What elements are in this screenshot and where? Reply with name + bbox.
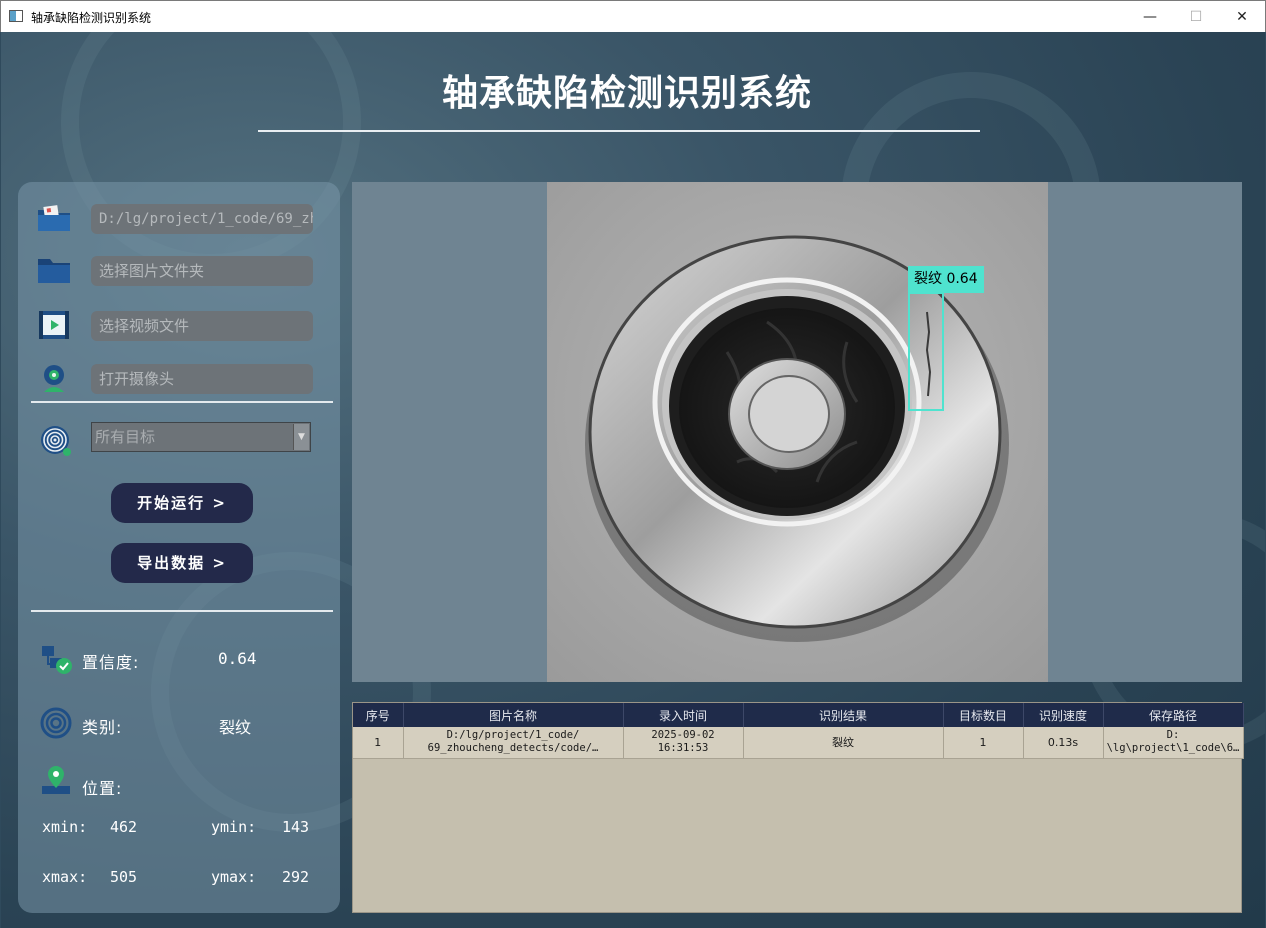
column-header-speed[interactable]: 识别速度 xyxy=(1023,703,1104,727)
xmax-label: xmax: xyxy=(42,868,88,886)
cell-name-line2: 69_zhoucheng_detects/code/… xyxy=(427,742,599,755)
cell-name-line1: D:/lg/project/1_code/ xyxy=(446,729,580,742)
column-header-time[interactable]: 录入时间 xyxy=(623,703,744,727)
column-header-path[interactable]: 保存路径 xyxy=(1103,703,1244,727)
cell-time-line1: 2025-09-02 xyxy=(651,729,715,742)
ymin-label: ymin: xyxy=(211,818,257,836)
detection-box xyxy=(908,292,944,411)
cell-result: 裂纹 xyxy=(743,727,944,759)
cell-time-line2: 16:31:53 xyxy=(657,742,709,755)
target-select-value: 所有目标 xyxy=(95,428,156,446)
maximize-button[interactable]: ☐ xyxy=(1173,1,1219,32)
cell-path-line2: \lg\project\1_code\6… xyxy=(1106,742,1240,755)
divider xyxy=(31,610,333,612)
position-label: 位置: xyxy=(82,779,123,798)
xmin-value: 462 xyxy=(110,818,138,836)
video-row: 选择视频文件 xyxy=(18,309,340,341)
cell-speed: 0.13s xyxy=(1023,727,1104,759)
confidence-value: 0.64 xyxy=(218,649,257,668)
start-button[interactable]: 开始运行 > xyxy=(111,483,253,523)
target-select[interactable]: 所有目标 ▼ xyxy=(91,422,311,452)
cell-path-line1: D: xyxy=(1166,729,1180,742)
cell-name: D:/lg/project/1_code/ 69_zhoucheng_detec… xyxy=(403,727,624,759)
camera-row: 打开摄像头 xyxy=(18,362,340,394)
confidence-label: 置信度: xyxy=(82,653,140,672)
class-value: 裂纹 xyxy=(219,718,252,737)
ymin-value: 143 xyxy=(282,818,310,836)
title-underline xyxy=(258,130,980,132)
window-title: 轴承缺陷检测识别系统 xyxy=(31,11,152,25)
confidence-icon xyxy=(42,646,72,674)
column-header-index[interactable]: 序号 xyxy=(353,703,404,727)
camera-icon[interactable] xyxy=(36,362,72,394)
window-titlebar: 轴承缺陷检测识别系统 — ☐ ✕ xyxy=(0,0,1266,32)
control-panel: D:/lg/project/1_code/69_zhoucheng_detect… xyxy=(18,182,340,913)
xmax-value: 505 xyxy=(110,868,138,886)
divider xyxy=(31,401,333,403)
image-file-icon[interactable] xyxy=(36,202,72,234)
image-path-field[interactable]: D:/lg/project/1_code/69_zhoucheng_detect… xyxy=(91,204,313,234)
app-icon xyxy=(9,10,23,22)
class-icon xyxy=(40,707,72,739)
camera-open-field[interactable]: 打开摄像头 xyxy=(91,364,313,394)
minimize-button[interactable]: — xyxy=(1127,1,1173,32)
location-pin-icon xyxy=(42,766,70,794)
main-area: 轴承缺陷检测识别系统 D:/lg/project/1_code/69_zhouc… xyxy=(1,32,1265,928)
results-table: 序号 图片名称 录入时间 识别结果 目标数目 识别速度 保存路径 1 D:/lg… xyxy=(352,702,1244,913)
image-file-row: D:/lg/project/1_code/69_zhoucheng_detect… xyxy=(18,202,340,234)
table-header-row: 序号 图片名称 录入时间 识别结果 目标数目 识别速度 保存路径 xyxy=(353,703,1244,727)
export-button[interactable]: 导出数据 > xyxy=(111,543,253,583)
page-title: 轴承缺陷检测识别系统 xyxy=(441,73,812,114)
class-label: 类别: xyxy=(82,718,123,737)
folder-row: 选择图片文件夹 xyxy=(18,254,340,286)
cell-count: 1 xyxy=(943,727,1024,759)
target-icon xyxy=(41,426,71,456)
image-display: 裂纹 0.64 xyxy=(352,182,1242,682)
folder-icon[interactable] xyxy=(36,254,72,286)
video-file-icon[interactable] xyxy=(36,309,72,341)
ymax-value: 292 xyxy=(282,868,310,886)
chevron-down-icon[interactable]: ▼ xyxy=(293,424,309,450)
ymax-label: ymax: xyxy=(211,868,257,886)
video-select-field[interactable]: 选择视频文件 xyxy=(91,311,313,341)
column-header-result[interactable]: 识别结果 xyxy=(743,703,944,727)
cell-path: D: \lg\project\1_code\6… xyxy=(1103,727,1244,759)
xmin-label: xmin: xyxy=(42,818,88,836)
close-button[interactable]: ✕ xyxy=(1219,1,1265,32)
cell-index: 1 xyxy=(353,727,404,759)
bearing-image xyxy=(547,182,1048,682)
cell-time: 2025-09-02 16:31:53 xyxy=(623,727,744,759)
folder-select-field[interactable]: 选择图片文件夹 xyxy=(91,256,313,286)
column-header-count[interactable]: 目标数目 xyxy=(943,703,1024,727)
table-row[interactable]: 1 D:/lg/project/1_code/ 69_zhoucheng_det… xyxy=(353,727,1244,759)
column-header-name[interactable]: 图片名称 xyxy=(403,703,624,727)
bearing-photo: 裂纹 0.64 xyxy=(547,182,1048,682)
detection-label: 裂纹 0.64 xyxy=(908,266,984,293)
